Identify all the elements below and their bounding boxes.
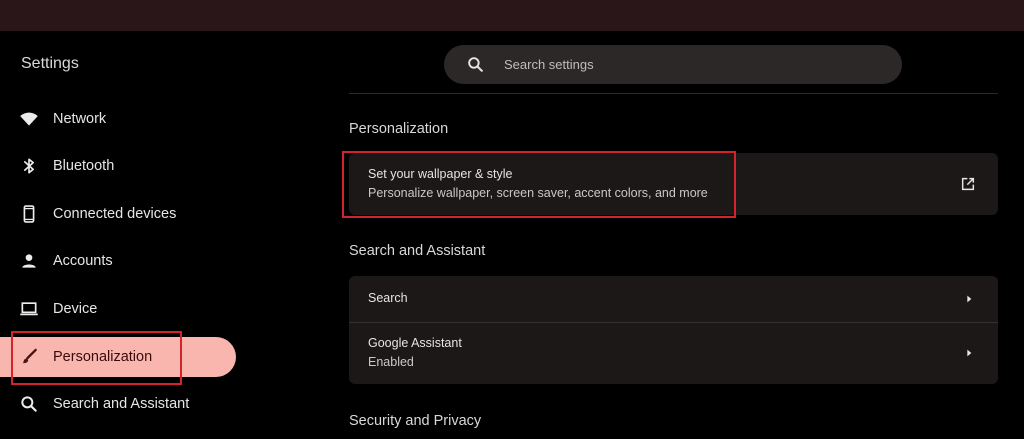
sidebar-item-label: Accounts [53,253,113,269]
open-in-new-icon[interactable] [960,176,976,192]
search-bar[interactable] [444,45,902,84]
sidebar-item-label: Device [53,301,98,317]
wallpaper-row-subtitle: Personalize wallpaper, screen saver, acc… [368,186,708,200]
sidebar-item-bluetooth[interactable]: Bluetooth [0,146,236,186]
section-heading-security-and-privacy: Security and Privacy [349,413,482,429]
app-title: Settings [21,55,79,72]
sidebar-item-label: Personalization [53,349,153,365]
section-heading-search-and-assistant: Search and Assistant [349,243,486,259]
window-titlebar [0,0,1024,31]
google-assistant-row-status: Enabled [368,355,414,369]
wallpaper-style-row[interactable]: Set your wallpaper & style Personalize w… [349,153,998,215]
phone-icon [19,204,39,224]
search-row-title: Search [368,291,408,305]
search-input[interactable] [504,45,884,84]
search-icon [466,55,485,74]
wallpaper-row-title: Set your wallpaper & style [368,167,513,181]
chevron-right-icon [961,291,977,307]
chevron-right-icon [961,345,977,361]
sidebar-item-device[interactable]: Device [0,289,236,329]
wifi-icon [19,109,39,129]
header-divider [349,93,998,94]
sidebar-item-label: Network [53,111,107,127]
person-icon [19,251,39,271]
sidebar-item-connected-devices[interactable]: Connected devices [0,194,236,234]
sidebar-item-accounts[interactable]: Accounts [0,241,236,281]
search-row[interactable]: Search [349,276,998,322]
brush-icon [19,347,39,367]
sidebar-item-label: Bluetooth [53,158,115,174]
laptop-icon [19,299,39,319]
sidebar-item-label: Search and Assistant [53,396,190,412]
google-assistant-row-title: Google Assistant [368,336,462,350]
sidebar-item-network[interactable]: Network [0,99,236,139]
search-icon [19,394,39,414]
sidebar-item-search-and-assistant[interactable]: Search and Assistant [0,384,236,424]
search-assistant-card: Search Google Assistant Enabled [349,276,998,384]
section-heading-personalization: Personalization [349,121,449,137]
google-assistant-row[interactable]: Google Assistant Enabled [349,323,998,384]
personalization-card: Set your wallpaper & style Personalize w… [349,153,998,215]
sidebar-item-label: Connected devices [53,206,177,222]
bluetooth-icon [19,156,39,176]
sidebar-item-personalization[interactable]: Personalization [0,337,236,377]
